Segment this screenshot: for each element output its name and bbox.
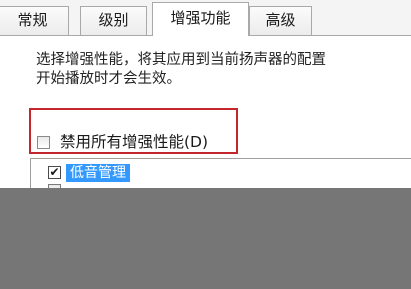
tab-advanced[interactable]: 高级 [249, 6, 312, 35]
tab-enhancements[interactable]: 增强功能 [152, 2, 249, 36]
enhancement-checkbox-bass[interactable]: ✔ [48, 166, 61, 179]
disable-all-checkbox[interactable] [37, 136, 50, 149]
tab-levels[interactable]: 级别 [80, 6, 147, 35]
description-line-2: 开始播放时才会生效。 [36, 71, 181, 87]
disable-all-label[interactable]: 禁用所有增强性能(D) [60, 132, 208, 152]
tab-general[interactable]: 常规 [0, 6, 69, 35]
description-line-1: 选择增强性能，将其应用到当前扬声器的配置 [36, 52, 326, 68]
checkmark-icon: ✔ [49, 165, 60, 179]
enhancement-item-bass[interactable]: 低音管理 [66, 164, 130, 182]
redaction-overlay [0, 188, 411, 289]
description-text: 选择增强性能，将其应用到当前扬声器的配置 开始播放时才会生效。 [36, 51, 411, 89]
